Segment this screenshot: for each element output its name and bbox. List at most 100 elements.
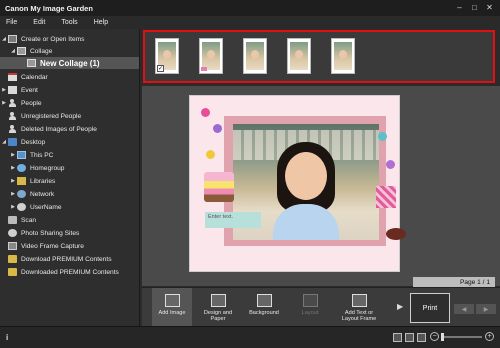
tree-item-label: This PC xyxy=(30,151,54,159)
tree-item-label: Create or Open Items xyxy=(21,35,85,43)
title-bar: Canon My Image Garden xyxy=(0,0,500,16)
tree-item-username[interactable]: ▶ UserName xyxy=(0,201,139,213)
add-image-button[interactable]: Add Image xyxy=(152,288,192,327)
expand-arrow-icon[interactable]: ◢ xyxy=(0,36,8,42)
text-box[interactable]: Enter text. xyxy=(205,212,261,228)
tree-item-create-or-open[interactable]: ◢ Create or Open Items xyxy=(0,33,139,45)
image-thumbnail-strip: ✓ xyxy=(143,30,495,83)
tree-item-people[interactable]: ▶ People xyxy=(0,97,139,109)
image-thumbnail[interactable]: ✓ xyxy=(155,38,179,74)
chevron-right-icon[interactable]: ▶ xyxy=(397,302,403,311)
add-text-or-layout-frame-button[interactable]: Add Text or Layout Frame xyxy=(336,288,382,327)
flower-decoration xyxy=(378,132,387,141)
tree-item-video-capture[interactable]: Video Frame Capture xyxy=(0,240,139,252)
tree-item-calendar[interactable]: Calendar xyxy=(0,71,139,83)
design-paper-label: Design and Paper xyxy=(203,310,233,322)
zoom-out-icon[interactable]: − xyxy=(430,332,439,341)
add-image-icon xyxy=(164,294,180,307)
user-folder-icon xyxy=(17,203,26,211)
flower-decoration xyxy=(386,160,395,169)
thumbnail-photo xyxy=(246,42,264,70)
tree-item-deleted-images[interactable]: Deleted Images of People xyxy=(0,123,139,135)
maximize-button[interactable]: □ xyxy=(468,2,481,13)
tree-item-label: New Collage (1) xyxy=(40,58,100,68)
thumbnail-view-icon[interactable] xyxy=(393,333,402,342)
menu-tools[interactable]: Tools xyxy=(61,19,77,26)
tree-item-label: UserName xyxy=(30,203,62,211)
add-text-label: Add Text or Layout Frame xyxy=(341,310,377,322)
window-title: Canon My Image Garden xyxy=(5,3,93,13)
network-icon xyxy=(17,190,26,198)
menu-help[interactable]: Help xyxy=(94,19,108,26)
layout-button[interactable]: Layout xyxy=(290,288,330,327)
previous-page-button[interactable]: ◀ xyxy=(454,304,474,314)
tree-item-event[interactable]: ▶ Event xyxy=(0,84,139,96)
tree-item-label: Photo Sharing Sites xyxy=(21,229,80,237)
close-button[interactable]: ✕ xyxy=(483,2,496,13)
tree-item-scan[interactable]: Scan xyxy=(0,214,139,226)
tree-item-label: Homegroup xyxy=(30,164,65,172)
image-thumbnail[interactable] xyxy=(199,38,223,74)
menu-edit[interactable]: Edit xyxy=(33,19,45,26)
image-thumbnail[interactable] xyxy=(243,38,267,74)
design-and-paper-button[interactable]: Design and Paper xyxy=(198,288,238,327)
zoom-slider[interactable] xyxy=(442,336,482,338)
homegroup-icon xyxy=(17,164,26,172)
background-button[interactable]: Background xyxy=(244,288,284,327)
tree-item-label: Calendar xyxy=(21,73,48,81)
collapsed-arrow-icon[interactable]: ▶ xyxy=(9,178,17,184)
unregistered-people-icon xyxy=(8,112,17,120)
tree-item-desktop[interactable]: ◢ Desktop xyxy=(0,136,139,148)
thumbnail-photo xyxy=(202,42,220,70)
selected-checkbox-icon[interactable]: ✓ xyxy=(157,65,164,72)
tree-item-label: Network xyxy=(30,190,55,198)
layout-label: Layout xyxy=(301,310,319,316)
collapsed-arrow-icon[interactable]: ▶ xyxy=(9,204,17,210)
details-view-icon[interactable] xyxy=(405,333,414,342)
tree-item-new-collage[interactable]: New Collage (1) xyxy=(0,57,139,69)
deleted-people-icon xyxy=(8,125,17,133)
collapsed-arrow-icon[interactable]: ▶ xyxy=(0,87,8,93)
menu-file[interactable]: File xyxy=(6,19,17,26)
collapsed-arrow-icon[interactable]: ▶ xyxy=(9,165,17,171)
tree-item-this-pc[interactable]: ▶ This PC xyxy=(0,149,139,161)
tree-item-collage[interactable]: ◢ Collage xyxy=(0,45,139,57)
video-frame-icon xyxy=(8,242,17,250)
tree-item-network[interactable]: ▶ Network xyxy=(0,188,139,200)
tree-item-homegroup[interactable]: ▶ Homegroup xyxy=(0,162,139,174)
zoom-in-icon[interactable]: + xyxy=(485,332,494,341)
expand-arrow-icon[interactable]: ◢ xyxy=(0,139,8,145)
photo-subject-face xyxy=(285,152,327,200)
zoom-slider-handle[interactable] xyxy=(441,333,444,341)
expand-arrow-icon[interactable]: ◢ xyxy=(9,48,17,54)
info-icon[interactable]: i xyxy=(6,333,12,343)
thumbnail-decoration xyxy=(201,67,207,71)
image-thumbnail[interactable] xyxy=(331,38,355,74)
tree-item-label: Video Frame Capture xyxy=(21,242,84,250)
next-page-button[interactable]: ▶ xyxy=(476,304,496,314)
tree-item-download-premium[interactable]: Download PREMIUM Contents xyxy=(0,253,139,265)
tree-item-label: Collage xyxy=(30,47,53,55)
collapsed-arrow-icon[interactable]: ▶ xyxy=(9,191,17,197)
tree-item-label: Scan xyxy=(21,216,37,224)
cake-decoration xyxy=(204,172,234,202)
collapsed-arrow-icon[interactable]: ▶ xyxy=(9,152,17,158)
downloaded-folder-icon xyxy=(8,268,17,276)
items-icon xyxy=(8,35,17,43)
people-icon xyxy=(8,99,17,107)
image-thumbnail[interactable] xyxy=(287,38,311,74)
print-button[interactable]: Print xyxy=(410,293,450,323)
photo-subject-dress xyxy=(273,204,339,240)
tree-item-libraries[interactable]: ▶ Libraries xyxy=(0,175,139,187)
calendar-icon xyxy=(8,73,17,81)
minimize-button[interactable]: – xyxy=(453,2,466,13)
fit-view-icon[interactable] xyxy=(417,333,426,342)
tree-item-downloaded-premium[interactable]: Downloaded PREMIUM Contents xyxy=(0,266,139,278)
thumbnail-photo xyxy=(334,42,352,70)
tree-item-label: Deleted Images of People xyxy=(21,125,97,133)
tree-item-label: Download PREMIUM Contents xyxy=(21,255,112,263)
collapsed-arrow-icon[interactable]: ▶ xyxy=(0,100,8,106)
tree-item-photo-sharing[interactable]: Photo Sharing Sites xyxy=(0,227,139,239)
tree-item-unregistered-people[interactable]: Unregistered People xyxy=(0,110,139,122)
scan-icon xyxy=(8,216,17,224)
